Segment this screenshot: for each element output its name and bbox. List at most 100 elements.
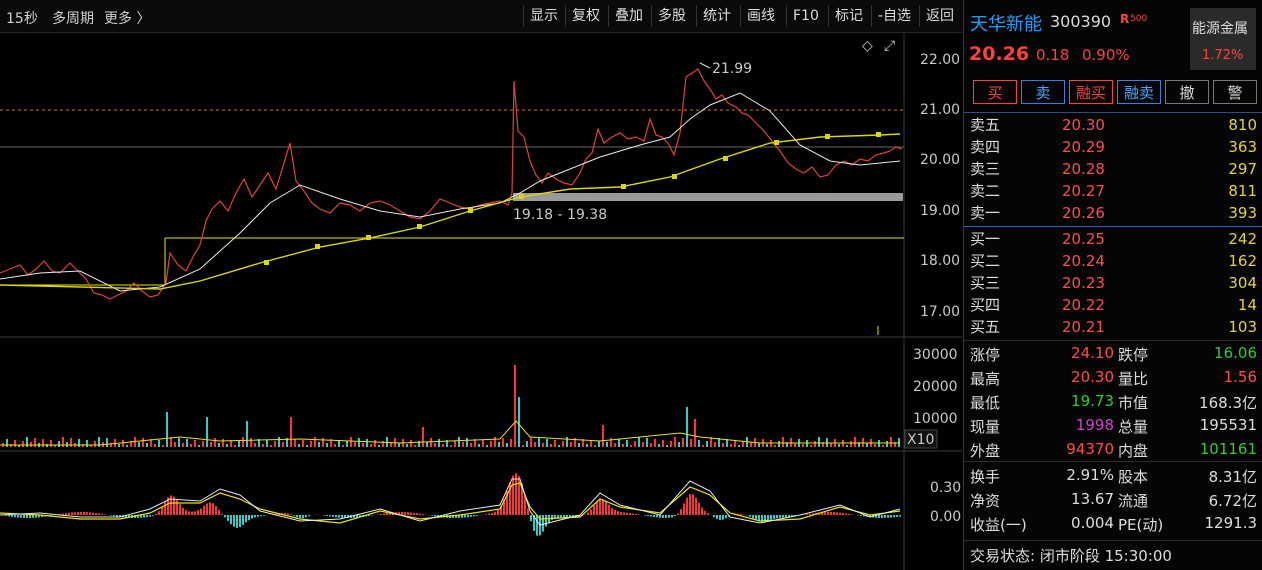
macd-bar xyxy=(227,515,229,521)
macd-bar xyxy=(608,504,610,515)
volume-bar xyxy=(342,445,344,447)
order-price: 20.26 xyxy=(1062,204,1105,222)
volume-bar xyxy=(738,445,740,447)
mark-button[interactable]: 标记 xyxy=(828,5,869,27)
order-row-buy5[interactable]: 买五 20.21 103 xyxy=(964,316,1262,338)
order-label: 卖二 xyxy=(970,182,1001,200)
volume-bar xyxy=(370,444,372,447)
macd-bar xyxy=(68,512,70,515)
volume-bar xyxy=(890,437,892,447)
volume-bar xyxy=(254,443,256,447)
volume-bar xyxy=(442,444,444,447)
macd-bar xyxy=(32,515,34,518)
macd-bar xyxy=(893,515,895,518)
volume-bar xyxy=(354,442,356,447)
back-button[interactable]: 返回 xyxy=(919,5,960,27)
volume-bar xyxy=(362,443,364,447)
macd-bar xyxy=(665,515,667,518)
macd-bar xyxy=(65,513,67,515)
peak-pointer xyxy=(699,62,711,69)
margin-sell-button[interactable]: 融卖 xyxy=(1117,80,1161,104)
divider xyxy=(964,112,1262,113)
f10-button[interactable]: F10 xyxy=(786,5,825,27)
volume-bar xyxy=(282,442,284,447)
volume-bar xyxy=(22,441,24,447)
diamond-icon[interactable]: ◇ xyxy=(862,38,873,54)
macd-bar xyxy=(650,515,652,517)
macd-bar xyxy=(527,508,529,515)
price-chart-area[interactable]: 21.99 19.18 - 19.38 ◇ ⤢ 22.00 21.00 20.0… xyxy=(0,33,962,570)
period-multi[interactable]: 多周期 xyxy=(52,8,94,28)
volume-bar xyxy=(538,438,540,447)
volume-bar xyxy=(434,443,436,447)
adjust-button[interactable]: 复权 xyxy=(565,5,606,27)
order-row-sell5[interactable]: 卖五 20.30 810 xyxy=(964,114,1262,136)
volume-bar xyxy=(550,444,552,447)
overlay-button[interactable]: 叠加 xyxy=(608,5,649,27)
volume-bar xyxy=(246,421,248,447)
volume-bar xyxy=(206,417,208,447)
cancel-order-button[interactable]: 撤 xyxy=(1165,80,1209,104)
range-band[interactable] xyxy=(513,193,903,201)
macd-bar xyxy=(188,511,190,515)
period-15s[interactable]: 15秒 xyxy=(6,8,38,28)
volume-bar xyxy=(426,442,428,447)
stats-button[interactable]: 统计 xyxy=(696,5,737,27)
alert-button[interactable]: 警 xyxy=(1213,80,1257,104)
sell-button[interactable]: 卖 xyxy=(1021,80,1065,104)
macd-bar xyxy=(254,515,256,518)
multi-stock-button[interactable]: 多股 xyxy=(651,5,692,27)
order-row-sell3[interactable]: 卖三 20.28 297 xyxy=(964,158,1262,180)
volume-bar xyxy=(526,441,528,447)
volume-bar xyxy=(514,365,516,447)
order-row-buy2[interactable]: 买二 20.24 162 xyxy=(964,250,1262,272)
macd-bar xyxy=(830,512,832,515)
volume-bar xyxy=(758,443,760,447)
expand-icon[interactable]: ⤢ xyxy=(884,38,895,54)
macd-bar xyxy=(29,515,31,518)
macd-bar xyxy=(155,514,157,515)
show-button[interactable]: 显示 xyxy=(523,5,564,27)
volume-bar xyxy=(882,445,884,447)
volume-bar xyxy=(450,445,452,447)
order-row-sell4[interactable]: 卖四 20.29 363 xyxy=(964,136,1262,158)
macd-bar xyxy=(14,515,16,518)
macd-bar xyxy=(476,515,478,516)
volume-bar xyxy=(182,443,184,447)
divider xyxy=(964,540,1262,541)
draw-button[interactable]: 画线 xyxy=(740,5,781,27)
stat-label: 现量 xyxy=(970,418,1001,436)
macd-bar xyxy=(884,515,886,518)
watchlist-remove-button[interactable]: -自选 xyxy=(871,5,917,27)
volume-scale-label: X10 xyxy=(907,432,934,448)
order-row-sell2[interactable]: 卖二 20.27 811 xyxy=(964,180,1262,202)
volume-bar xyxy=(238,441,240,447)
volume-bar xyxy=(50,440,52,447)
macd-bar xyxy=(689,494,691,515)
macd-bar xyxy=(293,515,295,516)
period-more[interactable]: 更多 〉 xyxy=(104,8,150,28)
volume-bar xyxy=(590,440,592,447)
buy-button[interactable]: 买 xyxy=(973,80,1017,104)
margin-buy-button[interactable]: 融买 xyxy=(1069,80,1113,104)
macd-bar xyxy=(212,503,214,515)
volume-bar xyxy=(818,437,820,447)
macd-bar xyxy=(101,513,103,515)
volume-bar xyxy=(262,444,264,447)
order-row-buy4[interactable]: 买四 20.22 14 xyxy=(964,294,1262,316)
volume-bar xyxy=(322,438,324,447)
order-row-buy3[interactable]: 买三 20.23 304 xyxy=(964,272,1262,294)
macd-bar xyxy=(368,515,370,517)
macd-bar xyxy=(827,512,829,515)
volume-bar xyxy=(846,445,848,447)
order-row-buy1[interactable]: 买一 20.25 242 xyxy=(964,228,1262,250)
macd-bar xyxy=(170,495,172,515)
divider xyxy=(964,340,1262,341)
price-line xyxy=(0,68,903,300)
volume-bar xyxy=(694,419,696,447)
stock-code: 300390 xyxy=(1050,12,1112,31)
macd-bar xyxy=(722,515,724,520)
order-qty: 304 xyxy=(1228,274,1257,292)
order-row-sell1[interactable]: 卖一 20.26 393 xyxy=(964,202,1262,224)
sector-badge[interactable]: 能源金属 1.72% xyxy=(1190,8,1256,70)
